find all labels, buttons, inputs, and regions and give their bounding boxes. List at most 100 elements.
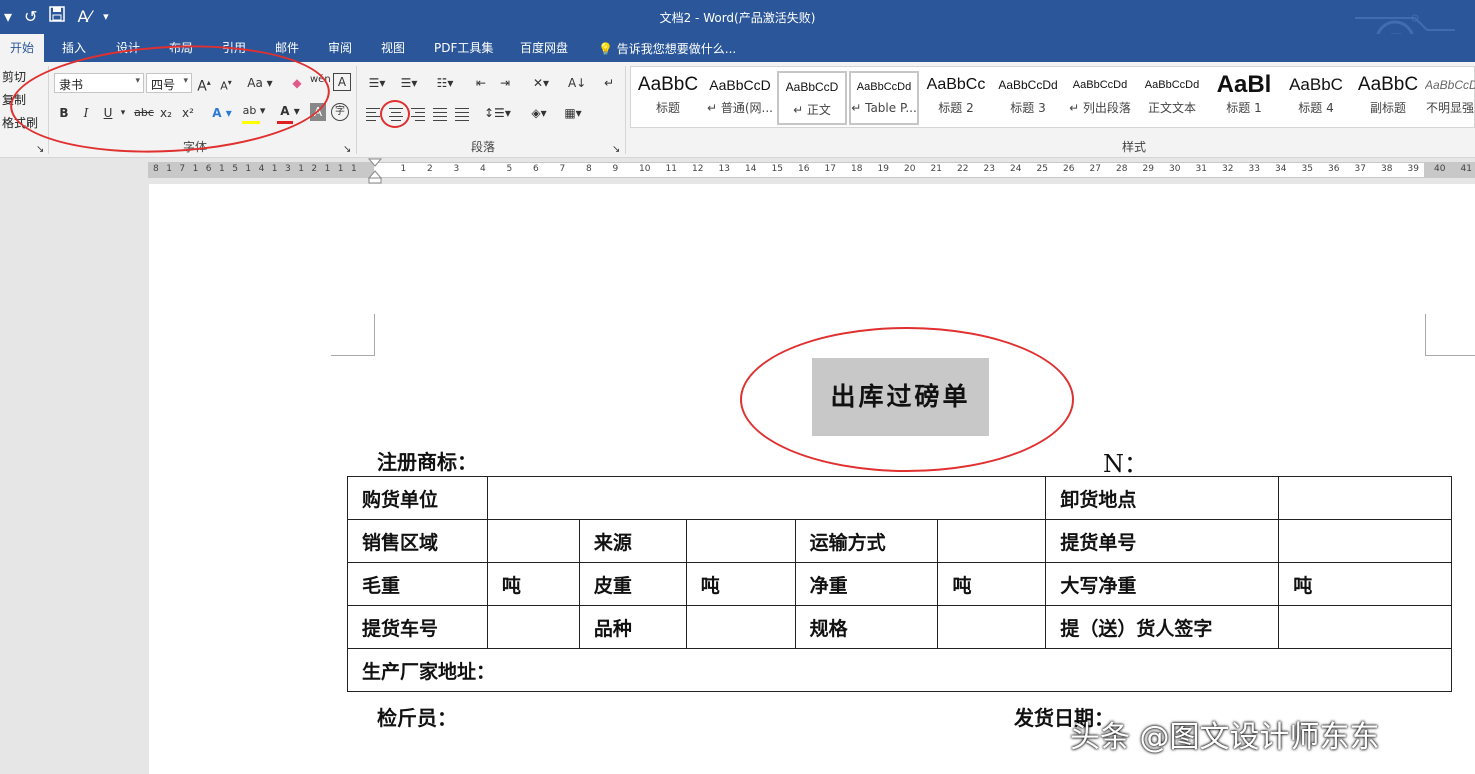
- tab-references[interactable]: 引用: [222, 39, 246, 56]
- character-border-icon[interactable]: A: [333, 73, 351, 91]
- style-subtitle[interactable]: AaBbC 副标题: [1353, 71, 1423, 125]
- table-cell[interactable]: 提（送）货人签字: [1045, 605, 1280, 649]
- table-cell[interactable]: [486, 476, 1047, 520]
- borders-icon[interactable]: ▦▾: [560, 103, 586, 125]
- table-cell[interactable]: [1278, 519, 1452, 563]
- style-heading-1[interactable]: AaBl 标题 1: [1209, 71, 1279, 125]
- style-heading-4[interactable]: AaBbC 标题 4: [1281, 71, 1351, 125]
- strikethrough-button[interactable]: abc: [133, 103, 155, 125]
- underline-button[interactable]: U: [100, 103, 116, 125]
- table-cell[interactable]: [937, 519, 1047, 563]
- tell-me-search[interactable]: 💡 告诉我您想要做什么...: [598, 40, 736, 57]
- table-cell[interactable]: 品种: [578, 605, 687, 649]
- show-hide-marks-icon[interactable]: ↵: [600, 73, 618, 95]
- phonetic-guide-icon[interactable]: wén: [310, 70, 331, 92]
- document-page[interactable]: 出库过磅单 注册商标： N： 购货单位 卸货地点 销售区域 来源 运输方式 提货…: [149, 184, 1475, 774]
- table-cell[interactable]: 购货单位: [347, 476, 488, 520]
- font-name-dropdown[interactable]: 隶书: [54, 73, 144, 93]
- sort-icon[interactable]: A↓: [568, 73, 586, 95]
- tab-view[interactable]: 视图: [381, 39, 405, 56]
- format-painter-button[interactable]: 格式刷: [2, 114, 38, 131]
- trademark-label[interactable]: 注册商标：: [377, 446, 477, 475]
- table-cell[interactable]: [486, 605, 580, 649]
- table-cell[interactable]: 吨: [685, 562, 796, 606]
- style-normal-web[interactable]: AaBbCcD ↵ 普通(网...: [705, 71, 775, 125]
- chinese-layout-icon[interactable]: ✕▾: [528, 73, 554, 95]
- shading-icon[interactable]: ◈▾: [526, 103, 552, 125]
- table-cell[interactable]: 毛重: [347, 562, 488, 606]
- style-heading-3[interactable]: AaBbCcDd 标题 3: [993, 71, 1063, 125]
- tab-design[interactable]: 设计: [116, 39, 140, 56]
- table-cell[interactable]: 来源: [578, 519, 687, 563]
- table-cell[interactable]: 提货车号: [347, 605, 488, 649]
- table-cell[interactable]: [1278, 605, 1452, 649]
- inspector-label[interactable]: 检斤员：: [377, 702, 457, 731]
- document-heading[interactable]: 出库过磅单: [812, 358, 989, 436]
- font-size-dropdown[interactable]: 四号: [146, 73, 192, 93]
- table-cell[interactable]: [1278, 476, 1452, 520]
- copy-button[interactable]: 复制: [2, 91, 26, 108]
- clear-formatting-icon[interactable]: ◆: [288, 73, 306, 95]
- underline-dropdown-icon[interactable]: ▾: [118, 103, 128, 125]
- table-cell[interactable]: [685, 519, 796, 563]
- table-cell[interactable]: 吨: [937, 562, 1047, 606]
- highlight-color-icon[interactable]: ab ▾: [240, 101, 268, 123]
- table-cell[interactable]: 吨: [486, 562, 580, 606]
- table-cell[interactable]: 规格: [794, 605, 939, 649]
- grow-font-button[interactable]: A▴: [196, 73, 212, 95]
- ruler-tick-label: 1: [271, 164, 278, 174]
- align-right-icon[interactable]: [408, 104, 428, 124]
- italic-button[interactable]: I: [78, 103, 94, 125]
- style-title[interactable]: AaBbC 标题: [633, 71, 703, 125]
- change-case-button[interactable]: Aa ▾: [246, 73, 274, 95]
- style-subtle-emphasis[interactable]: AaBbCcDd不明显强: [1425, 71, 1475, 125]
- table-cell[interactable]: 皮重: [578, 562, 687, 606]
- table-cell[interactable]: [685, 605, 796, 649]
- style-body[interactable]: AaBbCcD ↵ 正文: [777, 71, 847, 125]
- line-spacing-icon[interactable]: ↕☰▾: [484, 103, 511, 125]
- tab-home[interactable]: 开始: [0, 34, 45, 62]
- table-cell[interactable]: 生产厂家地址：: [347, 648, 1452, 692]
- number-label[interactable]: N：: [1103, 444, 1148, 479]
- table-cell[interactable]: 吨: [1278, 562, 1452, 606]
- justify-icon[interactable]: [430, 104, 450, 124]
- style-list-paragraph[interactable]: AaBbCcDd ↵ 列出段落: [1065, 71, 1135, 125]
- numbering-icon[interactable]: ☰▾: [396, 73, 422, 95]
- align-center-icon[interactable]: [386, 104, 406, 124]
- ruler-bar[interactable]: 8 1 7 1 6 1 5 1 4 1 3 1 2 1 1 1 1 2 3 4 5 6 7 8 9 10 11 12 13 14 15 16 1…: [148, 162, 1475, 178]
- style-heading-2[interactable]: AaBbCc 标题 2: [921, 71, 991, 125]
- table-cell[interactable]: 大写净重: [1045, 562, 1280, 606]
- tab-baidu-netdisk[interactable]: 百度网盘: [520, 39, 568, 56]
- shrink-font-button[interactable]: A▾: [218, 73, 234, 95]
- table-cell[interactable]: 销售区域: [347, 519, 488, 563]
- enclose-characters-icon[interactable]: 字: [331, 103, 349, 121]
- align-left-icon[interactable]: [363, 104, 383, 124]
- increase-indent-icon[interactable]: ⇥: [496, 73, 514, 95]
- style-body-text[interactable]: AaBbCcDd 正文文本: [1137, 71, 1207, 125]
- table-cell[interactable]: 提货单号: [1045, 519, 1280, 563]
- table-cell[interactable]: [486, 519, 580, 563]
- subscript-button[interactable]: x₂: [158, 103, 174, 125]
- indent-marker-icon[interactable]: [368, 158, 382, 184]
- cut-button[interactable]: 剪切: [2, 68, 26, 85]
- decrease-indent-icon[interactable]: ⇤: [472, 73, 490, 95]
- bold-button[interactable]: B: [56, 103, 72, 125]
- table-cell[interactable]: [937, 605, 1047, 649]
- bullets-icon[interactable]: ☰▾: [364, 73, 390, 95]
- table-cell[interactable]: 净重: [794, 562, 939, 606]
- table-cell[interactable]: 卸货地点: [1045, 476, 1280, 520]
- tab-insert[interactable]: 插入: [62, 39, 86, 56]
- tab-pdf-tools[interactable]: PDF工具集: [434, 39, 493, 56]
- character-shading-icon[interactable]: A: [310, 103, 326, 121]
- tab-layout[interactable]: 布局: [169, 39, 193, 56]
- text-effects-icon[interactable]: A ▾: [210, 103, 234, 125]
- distributed-icon[interactable]: [452, 104, 472, 124]
- weighing-form-table[interactable]: 购货单位 卸货地点 销售区域 来源 运输方式 提货单号 毛重 吨 皮重 吨 净重…: [347, 476, 1452, 692]
- superscript-button[interactable]: x²: [180, 103, 196, 125]
- font-color-icon[interactable]: A ▾: [276, 101, 304, 123]
- multilevel-list-icon[interactable]: ☷▾: [430, 73, 460, 95]
- tab-review[interactable]: 审阅: [328, 39, 352, 56]
- tab-mailings[interactable]: 邮件: [275, 39, 299, 56]
- table-cell[interactable]: 运输方式: [794, 519, 939, 563]
- style-table-paragraph[interactable]: AaBbCcDd ↵ Table P...: [849, 71, 919, 125]
